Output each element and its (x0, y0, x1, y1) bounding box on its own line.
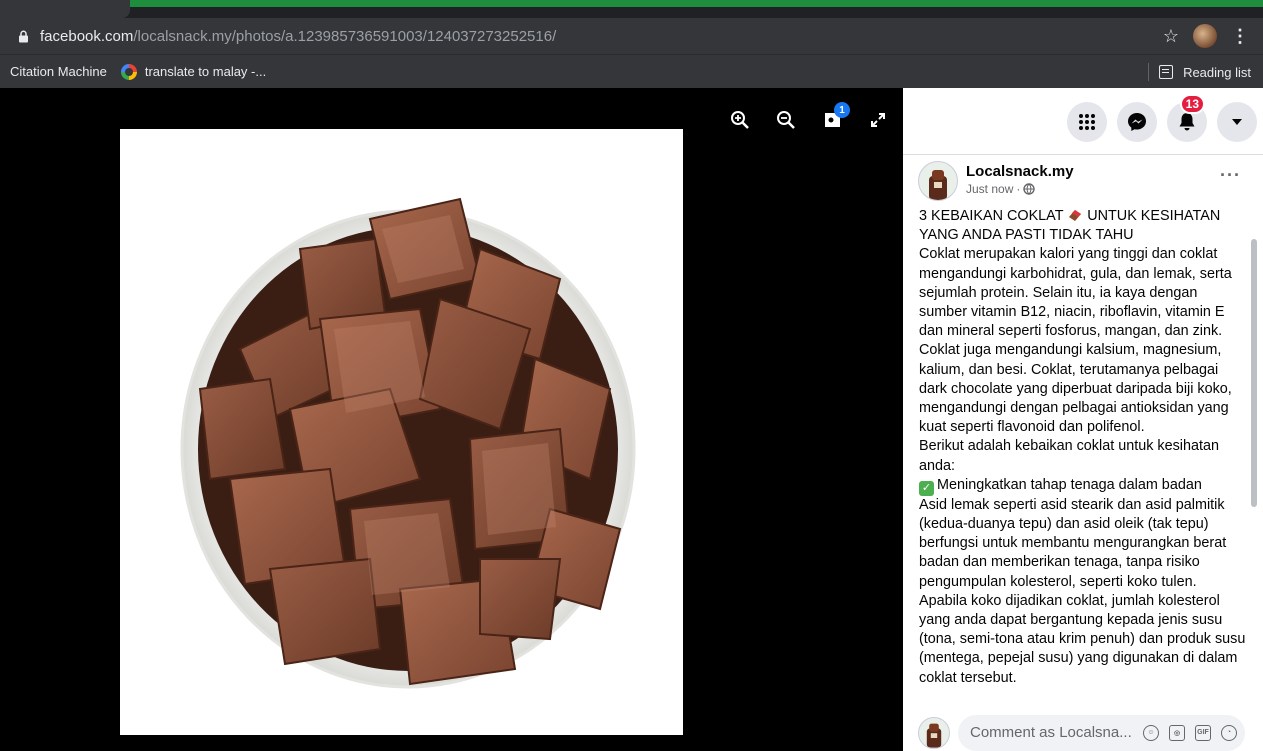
url-path: /localsnack.my/photos/a.123985736591003/… (133, 27, 557, 45)
comment-actions: ☺ ◎ GIF ◔ (1143, 724, 1237, 741)
chocolate-emoji-icon (1069, 210, 1082, 221)
account-menu-button[interactable] (1217, 102, 1257, 142)
comment-input[interactable]: Comment as Localsna... ☺ ◎ GIF ◔ (958, 714, 1245, 751)
reading-list[interactable]: Reading list (1148, 55, 1251, 89)
page-avatar[interactable] (918, 161, 958, 201)
tag-photo-icon[interactable]: 1 (820, 102, 850, 132)
notifications-button[interactable]: 13 (1167, 94, 1207, 142)
browser-menu-icon[interactable]: ⋮ (1231, 26, 1249, 47)
post-paragraph: Coklat merupakan kalori yang tinggi dan … (919, 246, 1232, 436)
bell-icon (1179, 113, 1195, 131)
post-side-panel: 13 Localsnack.my Just now · ··· 3 KEBAIK… (903, 88, 1263, 751)
benefit-title: Meningkatkan tahap tenaga dalam badan (937, 476, 1202, 493)
bookmark-translate[interactable]: translate to malay -... (120, 63, 267, 80)
globe-icon[interactable] (1023, 183, 1036, 195)
reading-list-label: Reading list (1183, 64, 1251, 80)
screen: facebook.com/localsnack.my/photos/a.1239… (0, 0, 1263, 751)
emoji-icon[interactable]: ☺ (1143, 724, 1159, 741)
reading-list-icon (1159, 65, 1174, 79)
zoom-out-icon[interactable] (774, 108, 798, 132)
bookmark-citation-machine[interactable]: Citation Machine (10, 64, 107, 79)
zoom-in-icon[interactable] (728, 108, 752, 132)
fullscreen-icon[interactable] (866, 108, 890, 132)
post-text: 3 KEBAIKAN COKLAT UNTUK KESIHATAN YANG A… (919, 207, 1246, 688)
bookmark-label: translate to malay -... (144, 64, 267, 79)
notification-count-badge: 13 (1179, 94, 1205, 114)
browser-tabstrip (0, 0, 1263, 18)
url-host: facebook.com (40, 27, 134, 45)
caret-down-icon (1232, 119, 1242, 125)
post-photo[interactable] (120, 129, 683, 735)
tab-strip-left (0, 0, 130, 18)
tag-count-badge: 1 (834, 102, 850, 118)
google-icon (120, 63, 137, 80)
post-title-part1: 3 KEBAIKAN COKLAT (919, 208, 1064, 224)
menu-grid-button[interactable] (1067, 102, 1107, 142)
more-options-icon[interactable]: ··· (1220, 165, 1241, 186)
avatar-image (926, 723, 942, 748)
separator: · (1016, 182, 1021, 196)
profile-avatar[interactable] (1193, 24, 1217, 48)
post-header: Localsnack.my Just now · (918, 161, 1074, 201)
sticker-icon[interactable]: ◔ (1221, 724, 1237, 741)
url-text[interactable]: facebook.com/localsnack.my/photos/a.1239… (40, 28, 556, 45)
loading-bar (130, 0, 1263, 7)
post-time[interactable]: Just now (966, 182, 1013, 196)
messenger-icon (1128, 113, 1146, 131)
check-mark-icon: ✓ (919, 480, 934, 496)
divider (1148, 63, 1150, 81)
grid-icon (1079, 114, 1095, 130)
viewer-toolbar: 1 (728, 102, 890, 132)
benefit-heading: ✓ Meningkatkan tahap tenaga dalam badan (919, 476, 1246, 496)
page-name[interactable]: Localsnack.my (966, 163, 1074, 180)
gif-icon[interactable]: GIF (1195, 724, 1211, 741)
photo-viewer: 1 (0, 88, 903, 751)
bookmark-star-icon[interactable]: ☆ (1163, 26, 1179, 47)
post-author-info: Localsnack.my Just now · (966, 161, 1074, 201)
bookmark-label: Citation Machine (10, 64, 107, 79)
avatar-image (929, 170, 947, 200)
post-paragraph: Berikut adalah kebaikan coklat untuk kes… (919, 438, 1219, 474)
messenger-button[interactable] (1117, 102, 1157, 142)
address-bar[interactable]: facebook.com/localsnack.my/photos/a.1239… (0, 18, 1263, 54)
post-meta: Just now · (966, 182, 1074, 196)
benefit-paragraph: Asid lemak seperti asid stearik dan asid… (919, 496, 1246, 686)
commenter-avatar[interactable] (918, 716, 950, 749)
post-scrollbar[interactable] (1251, 239, 1257, 507)
facebook-top-nav: 13 (1067, 94, 1257, 142)
lock-icon[interactable] (16, 29, 30, 43)
address-bar-actions: ☆ ⋮ (1163, 18, 1249, 54)
post-title: 3 KEBAIKAN COKLAT UNTUK KESIHATAN YANG A… (919, 207, 1246, 245)
chocolate-bowl-image (180, 197, 636, 689)
bookmarks-bar: Citation Machine translate to malay -...… (0, 54, 1263, 88)
comment-composer: Comment as Localsna... ☺ ◎ GIF ◔ (903, 714, 1263, 751)
comment-placeholder: Comment as Localsna... (970, 724, 1132, 741)
camera-icon[interactable]: ◎ (1169, 724, 1185, 741)
post-card: Localsnack.my Just now · ··· 3 KEBAIKAN … (903, 154, 1263, 714)
